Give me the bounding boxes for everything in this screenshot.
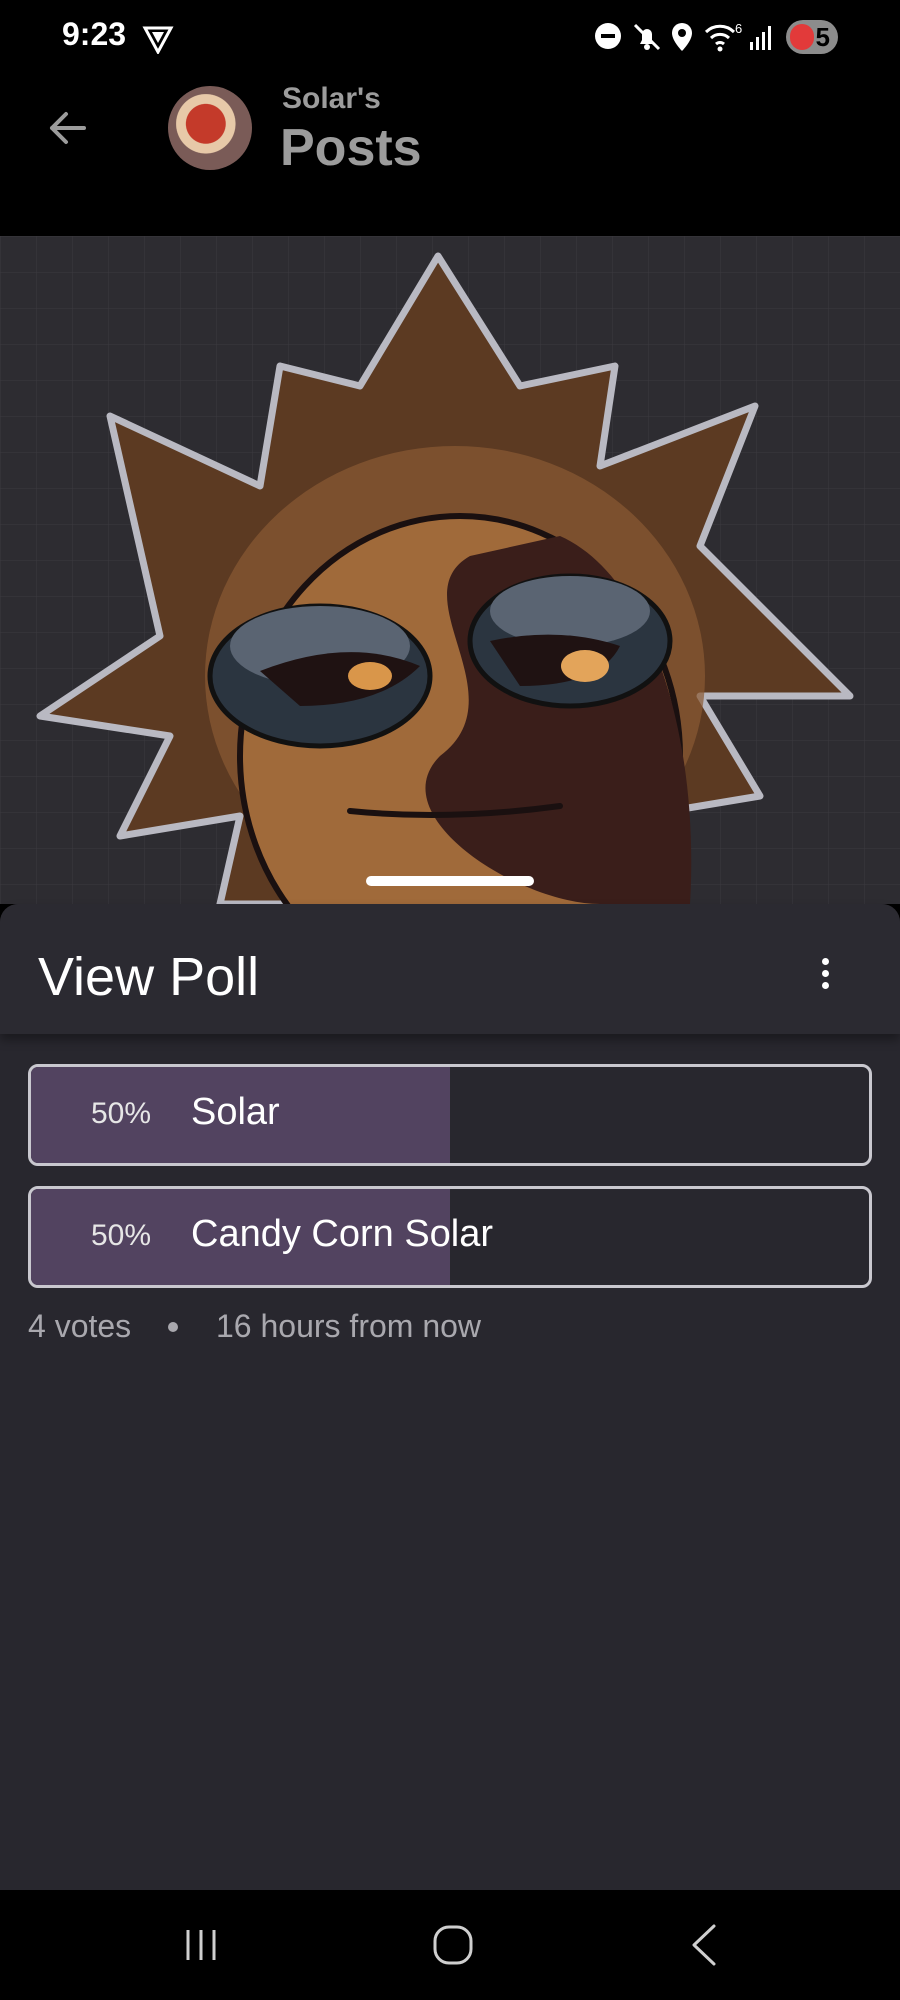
poll-option-label: Candy Corn Solar [191,1213,494,1255]
page-title: Posts [280,119,422,177]
header-subtitle: Solar's [282,82,381,115]
avatar[interactable] [168,86,252,170]
poll-sheet: View Poll 50% Solar 50% Candy Corn Solar… [0,904,900,1890]
wifi-icon: 6 [704,22,742,52]
location-icon [672,23,692,51]
mute-icon [633,23,661,51]
vpn-icon [142,26,174,54]
poll-option-solar[interactable]: 50% Solar [28,1064,872,1166]
signal-icon [750,26,771,50]
app-header: Solar's Posts [0,80,900,236]
battery-icon: 5 [786,20,838,54]
poll-option-percent: 50% [91,1219,152,1252]
sun-artwork [0,236,900,904]
separator-dot [168,1322,178,1332]
more-options-icon[interactable] [810,954,840,994]
post-image [0,236,900,904]
network-type: 6 [735,22,742,36]
dnd-icon [595,23,621,49]
drag-handle[interactable] [366,876,534,886]
home-icon[interactable] [428,1920,478,1970]
back-icon[interactable] [680,1920,730,1970]
recent-apps-icon[interactable] [178,1920,228,1970]
poll-time-remaining: 16 hours from now [216,1308,482,1344]
poll-option-candy-corn-solar[interactable]: 50% Candy Corn Solar [28,1186,872,1288]
battery-saver-icon [790,24,814,50]
poll-option-label: Solar [191,1091,280,1133]
status-bar: 9:23 6 5 [0,0,900,80]
system-nav-bar [0,1890,900,2000]
battery-level: 5 [815,21,830,52]
poll-option-percent: 50% [91,1097,152,1130]
arrow-left-icon[interactable] [44,106,88,150]
status-time: 9:23 [62,16,127,52]
poll-sheet-header: View Poll [0,904,900,1034]
poll-title: View Poll [38,947,260,1007]
vote-count: 4 votes [28,1308,132,1344]
